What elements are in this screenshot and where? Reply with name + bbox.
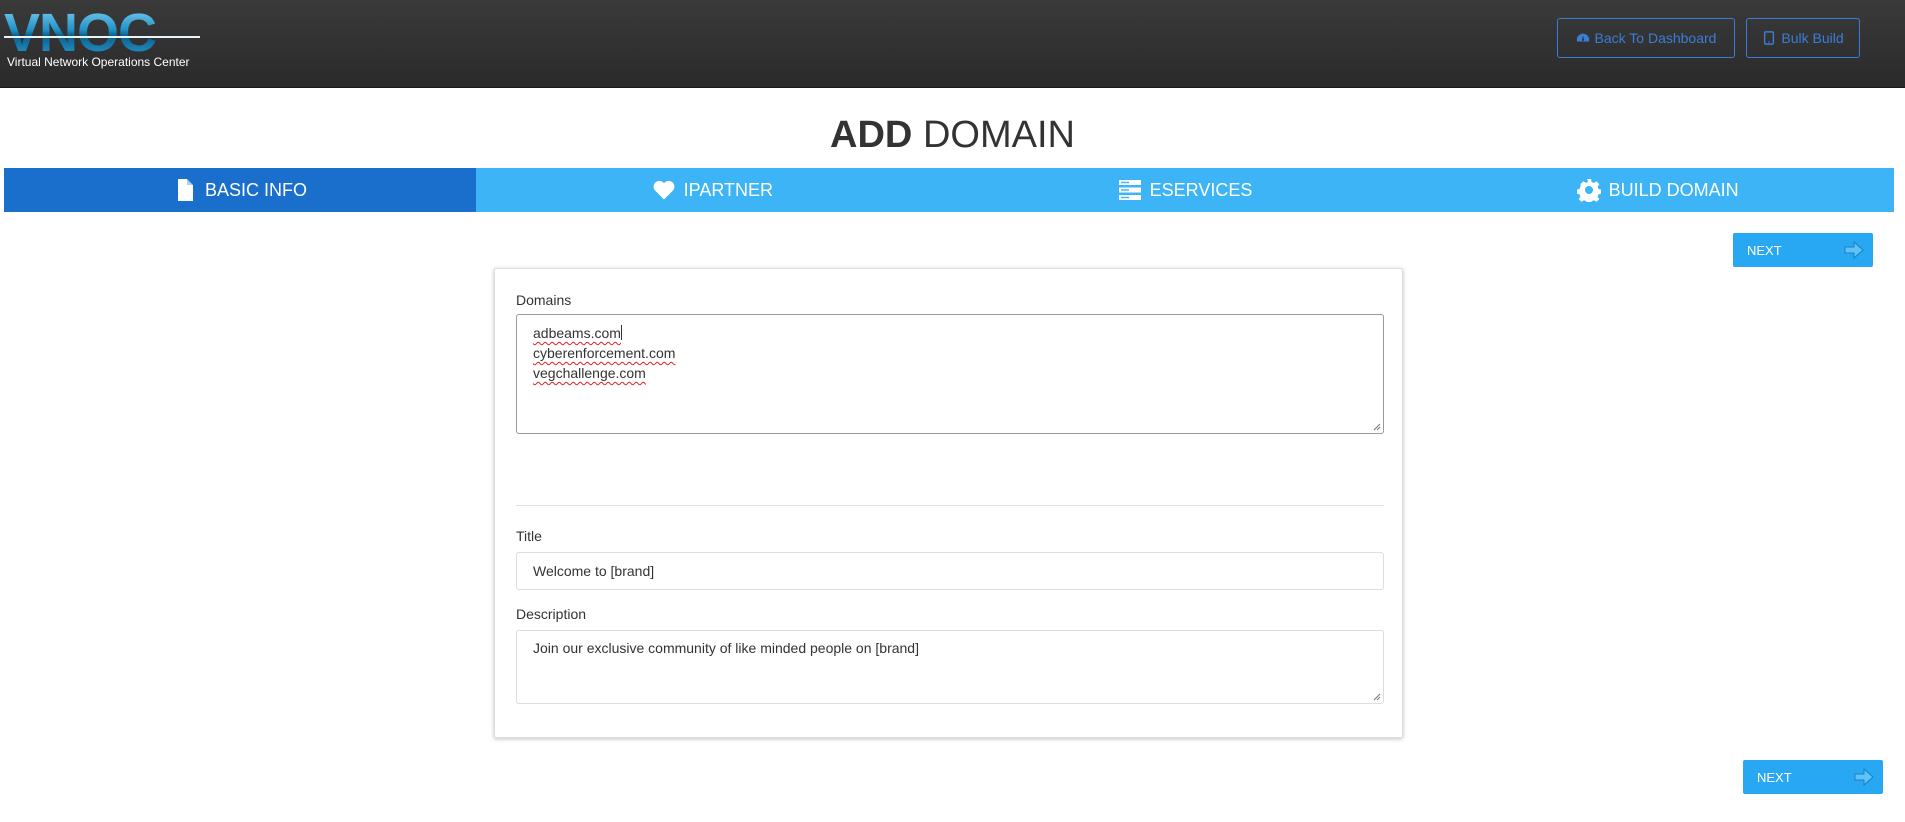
page-title-rest: DOMAIN xyxy=(922,114,1075,156)
gear-icon xyxy=(1576,179,1601,202)
bulk-build-label: Bulk Build xyxy=(1781,30,1844,46)
description-text: Join our exclusive community of like min… xyxy=(533,640,919,656)
document-icon xyxy=(177,179,193,201)
arrow-right-icon xyxy=(1844,240,1864,260)
tab-basic-info[interactable]: BASIC INFO xyxy=(4,168,476,212)
domains-label: Domains xyxy=(516,292,572,308)
tab-ipartner[interactable]: IPARTNER xyxy=(476,168,949,212)
next-label: NEXT xyxy=(1757,770,1792,785)
description-label: Description xyxy=(516,606,587,622)
wizard-tabs: BASIC INFO IPARTNER ESERVICES BUILD DOMA… xyxy=(4,168,1894,212)
bulk-build-button[interactable]: Bulk Build xyxy=(1746,18,1860,58)
resize-grip-icon[interactable] xyxy=(1373,693,1381,701)
logo-text: VNOC xyxy=(4,3,157,63)
tab-eservices-label: ESERVICES xyxy=(1149,179,1253,200)
title-input[interactable]: Welcome to [brand] xyxy=(516,552,1384,590)
tab-eservices[interactable]: ESERVICES xyxy=(949,168,1422,212)
domain-line: adbeams.com xyxy=(533,325,622,341)
dashboard-icon xyxy=(1576,33,1589,42)
text-caret xyxy=(620,325,622,340)
form-divider xyxy=(516,505,1384,506)
page-title-bold: ADD xyxy=(830,114,913,156)
logo-subtitle: Virtual Network Operations Center xyxy=(7,55,190,69)
back-to-dashboard-button[interactable]: Back To Dashboard xyxy=(1557,18,1735,58)
domains-textarea[interactable]: adbeams.com cyberenforcement.com vegchal… xyxy=(516,314,1384,434)
back-to-dashboard-label: Back To Dashboard xyxy=(1594,30,1717,46)
server-icon xyxy=(1118,180,1141,200)
arrow-right-icon xyxy=(1854,767,1874,787)
tab-build-domain[interactable]: BUILD DOMAIN xyxy=(1421,168,1894,212)
description-textarea[interactable]: Join our exclusive community of like min… xyxy=(516,630,1384,704)
heart-icon xyxy=(653,180,675,200)
vnoc-logo[interactable]: VNOC Virtual Network Operations Center xyxy=(4,6,200,70)
tab-basic-info-label: BASIC INFO xyxy=(204,179,307,200)
next-button-top[interactable]: NEXT xyxy=(1733,233,1873,267)
domain-line: cyberenforcement.com xyxy=(533,345,676,361)
basic-info-form: Domains adbeams.com cyberenforcement.com… xyxy=(494,268,1403,738)
tablet-icon xyxy=(1764,31,1775,45)
domain-line: vegchallenge.com xyxy=(533,365,646,381)
tab-ipartner-label: IPARTNER xyxy=(683,179,774,200)
resize-grip-icon[interactable] xyxy=(1373,423,1381,431)
next-button-bottom[interactable]: NEXT xyxy=(1743,760,1883,794)
logo-stripe xyxy=(4,36,200,38)
tab-build-domain-label: BUILD DOMAIN xyxy=(1608,179,1739,200)
next-label: NEXT xyxy=(1747,243,1782,258)
top-header: VNOC Virtual Network Operations Center B… xyxy=(0,0,1905,88)
page-title: ADD DOMAIN xyxy=(0,114,1905,157)
title-label: Title xyxy=(516,528,542,544)
